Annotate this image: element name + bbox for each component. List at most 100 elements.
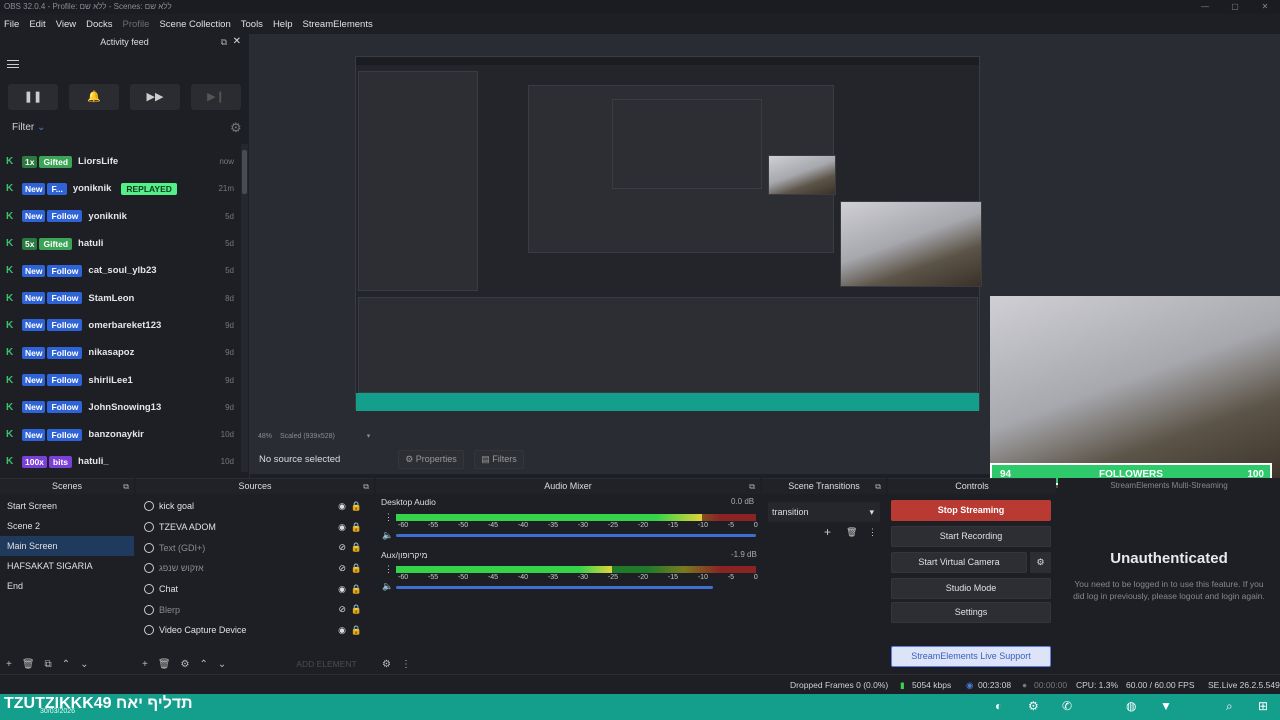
source-item[interactable]: kick goal ◉ 🔒	[136, 496, 374, 517]
close-window-icon[interactable]: ✕	[1250, 0, 1280, 14]
skip-button[interactable]: ▶▶	[130, 84, 180, 110]
more-icon[interactable]: ⋮	[384, 564, 393, 575]
menu-streamelements[interactable]: StreamElements	[302, 19, 372, 30]
trash-icon[interactable]: 🗑	[22, 659, 35, 670]
scene-item[interactable]: Main Screen	[0, 536, 134, 556]
feed-item[interactable]: K New Follow omerbareket123 9d	[0, 312, 240, 339]
filters-button[interactable]: ▤ Filters	[474, 450, 524, 469]
menu-tools[interactable]: Tools	[241, 19, 263, 30]
gear-icon[interactable]: ⚙	[1030, 552, 1051, 573]
windows-icon[interactable]: ⊞	[1258, 699, 1268, 713]
popout-icon[interactable]: ⧉	[221, 34, 227, 50]
visibility-eye-icon[interactable]: ◉	[338, 625, 346, 636]
feed-item[interactable]: K New F... yoniknik REPLAYED 21m	[0, 175, 240, 202]
source-item[interactable]: Chat ◉ 🔒	[136, 579, 374, 600]
brave-icon[interactable]: ▼	[1160, 699, 1172, 713]
more-icon[interactable]: ⋮	[868, 527, 877, 538]
lock-icon[interactable]: 🔒	[351, 501, 362, 512]
search-icon[interactable]: ⌕	[1226, 699, 1233, 714]
visibility-eye-icon[interactable]: ⊘	[338, 604, 346, 615]
start-recording-button[interactable]: Start Recording	[891, 526, 1051, 547]
bell-button[interactable]: 🔔	[69, 84, 119, 110]
trash-icon[interactable]: 🗑	[158, 659, 171, 670]
popout-icon[interactable]: ⧉	[123, 479, 129, 494]
arrow-down-icon[interactable]: ⌄	[80, 659, 88, 670]
source-item[interactable]: TZEVA ADOM ◉ 🔒	[136, 517, 374, 538]
whatsapp-icon[interactable]: ✆	[1062, 699, 1072, 713]
close-icon[interactable]: ✕	[233, 34, 241, 50]
source-item[interactable]: Blerp ⊘ 🔒	[136, 599, 374, 620]
more-icon[interactable]: ⋮	[384, 512, 393, 523]
lock-icon[interactable]: 🔒	[351, 522, 362, 533]
add-icon[interactable]: +	[142, 659, 148, 670]
popout-icon[interactable]: ⧉	[363, 479, 369, 494]
github-icon[interactable]: ◐	[995, 699, 1002, 713]
visibility-eye-icon[interactable]: ◉	[338, 522, 346, 533]
scene-item[interactable]: Start Screen	[0, 496, 134, 516]
add-icon[interactable]: +	[824, 525, 831, 539]
visibility-eye-icon[interactable]: ◉	[338, 584, 346, 595]
start-virtual-camera-button[interactable]: Start Virtual Camera	[891, 552, 1027, 573]
streamelements-support-button[interactable]: StreamElements Live Support	[891, 646, 1051, 667]
transition-select[interactable]: transition ▾	[768, 502, 880, 522]
lock-icon[interactable]: 🔒	[351, 563, 362, 574]
feed-item[interactable]: K 100x bits hatuli_ 10d	[0, 448, 240, 475]
chevron-down-icon[interactable]: ▾	[367, 433, 371, 440]
feed-item[interactable]: K New Follow yoniknik 5d	[0, 203, 240, 230]
feed-item[interactable]: K 1x Gifted LiorsLife now	[0, 148, 240, 175]
lock-icon[interactable]: 🔒	[351, 604, 362, 615]
feed-item[interactable]: K New Follow StamLeon 8d	[0, 284, 240, 311]
properties-button[interactable]: ⚙ Properties	[398, 450, 464, 469]
hamburger-icon[interactable]	[7, 60, 19, 68]
menu-scene-collection[interactable]: Scene Collection	[159, 19, 230, 30]
lock-icon[interactable]: 🔒	[351, 542, 362, 553]
minimize-icon[interactable]: —	[1190, 0, 1220, 14]
visibility-eye-icon[interactable]: ⊘	[338, 563, 346, 574]
menu-file[interactable]: File	[4, 19, 19, 30]
studio-mode-button[interactable]: Studio Mode	[891, 578, 1051, 599]
source-item[interactable]: Text (GDI+) ⊘ 🔒	[136, 537, 374, 558]
menu-docks[interactable]: Docks	[86, 19, 112, 30]
menu-help[interactable]: Help	[273, 19, 293, 30]
scene-item[interactable]: HAFSAKAT SIGARIA	[0, 556, 134, 576]
arrow-up-icon[interactable]: ⌃	[200, 659, 208, 670]
menu-view[interactable]: View	[56, 19, 76, 30]
feed-item[interactable]: K New Follow shirliLee1 9d	[0, 366, 240, 393]
settings-button[interactable]: Settings	[891, 602, 1051, 623]
zoom-level[interactable]: 48%	[258, 433, 272, 440]
add-icon[interactable]: +	[6, 659, 12, 670]
gear-icon[interactable]: ⚙	[181, 659, 190, 670]
visibility-eye-icon[interactable]: ◉	[338, 501, 346, 512]
feed-item[interactable]: K New Follow banzonaykir 10d	[0, 421, 240, 448]
pause-button[interactable]: ❚❚	[8, 84, 58, 110]
add-element-button[interactable]: ADD ELEMENT	[296, 659, 356, 669]
discord-icon[interactable]: ◍	[1126, 699, 1136, 713]
gear-icon[interactable]: ⚙	[1028, 699, 1039, 713]
feed-item[interactable]: K New Follow nikasapoz 9d	[0, 339, 240, 366]
lock-icon[interactable]: 🔒	[351, 625, 362, 636]
source-item[interactable]: אזקוש שנפג ⊘ 🔒	[136, 558, 374, 579]
trash-icon[interactable]: 🗑	[846, 527, 857, 538]
menu-edit[interactable]: Edit	[29, 19, 45, 30]
skip-end-button[interactable]: ▶❙	[191, 84, 241, 110]
scene-item[interactable]: Scene 2	[0, 516, 134, 536]
speaker-icon[interactable]: 🔈	[382, 530, 393, 541]
copy-icon[interactable]: ⧉	[45, 659, 52, 670]
menu-profile[interactable]: Profile	[123, 19, 150, 30]
stop-streaming-button[interactable]: Stop Streaming	[891, 500, 1051, 521]
feed-item[interactable]: K New Follow cat_soul_ylb23 5d	[0, 257, 240, 284]
speaker-icon[interactable]: 🔈	[382, 581, 393, 592]
gear-icon[interactable]: ⚙	[230, 120, 242, 136]
maximize-icon[interactable]: ▢	[1220, 0, 1250, 14]
filter-dropdown[interactable]: Filter ⌄	[12, 122, 45, 133]
aux-audio-volume-slider[interactable]	[396, 586, 713, 589]
visibility-eye-icon[interactable]: ⊘	[338, 542, 346, 553]
lock-icon[interactable]: 🔒	[351, 584, 362, 595]
feed-item[interactable]: K New Follow JohnSnowing13 9d	[0, 394, 240, 421]
arrow-down-icon[interactable]: ⌄	[218, 659, 226, 670]
gear-icon[interactable]: ⚙	[382, 659, 391, 670]
feed-item[interactable]: K 5x Gifted hatuli 5d	[0, 230, 240, 257]
desktop-audio-volume-slider[interactable]	[396, 534, 756, 537]
source-item[interactable]: Video Capture Device ◉ 🔒	[136, 620, 374, 641]
arrow-up-icon[interactable]: ⌃	[62, 659, 70, 670]
